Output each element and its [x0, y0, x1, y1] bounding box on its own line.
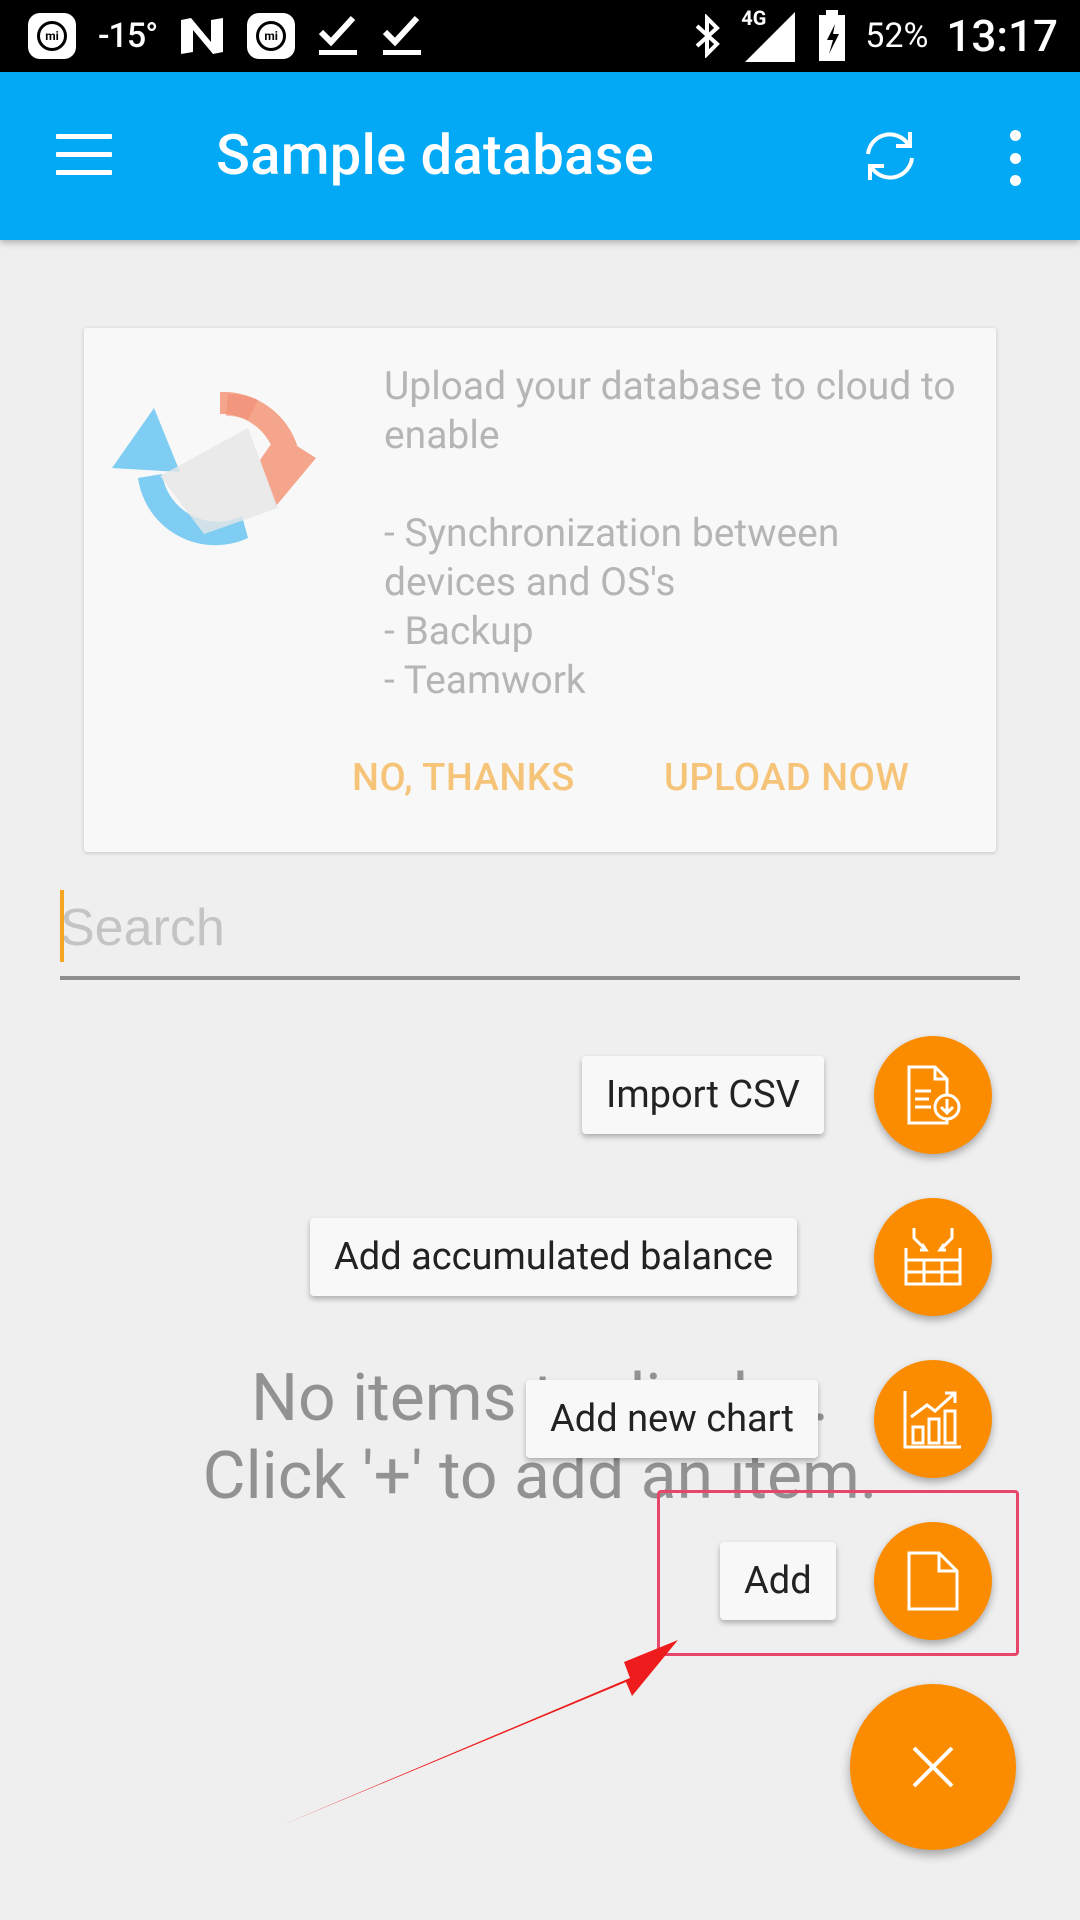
no-thanks-button[interactable]: NO, THANKS: [352, 756, 575, 800]
bluetooth-icon: [695, 14, 721, 58]
add-accumulated-balance-button[interactable]: [874, 1198, 992, 1316]
import-csv-button[interactable]: [874, 1036, 992, 1154]
hamburger-menu-icon[interactable]: [56, 134, 112, 175]
temperature-text: -15°: [98, 16, 158, 56]
network-type: 4G: [741, 6, 767, 30]
close-icon: [912, 1746, 954, 1788]
search-input[interactable]: [60, 884, 1020, 972]
cloud-bullet-teamwork: - Teamwork: [384, 657, 586, 703]
import-csv-label[interactable]: Import CSV: [582, 1056, 824, 1134]
sync-icon[interactable]: [858, 124, 922, 188]
status-left: mi -15° mi: [28, 13, 423, 59]
add-new-chart-label[interactable]: Add new chart: [526, 1380, 818, 1458]
battery-icon: [819, 10, 846, 61]
battery-percent: 52%: [865, 16, 929, 56]
add-new-chart-button[interactable]: [874, 1360, 992, 1478]
page-title: Sample database: [216, 122, 655, 188]
clock: 13:17: [946, 10, 1058, 62]
app-bar: Sample database: [0, 72, 1080, 240]
cloud-line1: Upload your database to cloud to enable: [384, 363, 956, 458]
search-field: [60, 884, 1020, 980]
cloud-sync-icon: [112, 391, 316, 546]
cloud-upload-card: Upload your database to cloud to enable …: [84, 328, 996, 852]
mi-icon: mi: [247, 13, 296, 59]
text-cursor: [60, 890, 64, 962]
check-icon: [383, 15, 422, 55]
cloud-bullet-sync: - Synchronization between devices and OS…: [384, 510, 840, 605]
upload-now-button[interactable]: UPLOAD NOW: [664, 756, 909, 800]
check-icon: [319, 15, 358, 55]
status-bar: mi -15° mi 4G 52% 13:17: [0, 0, 1080, 72]
cloud-bullet-backup: - Backup: [384, 608, 534, 654]
cloud-description: Upload your database to cloud to enable …: [384, 362, 974, 705]
more-vert-icon[interactable]: [1004, 130, 1026, 186]
close-fab-button[interactable]: [850, 1684, 1016, 1850]
n-icon: [181, 18, 224, 54]
annotation-arrow: [280, 1640, 678, 1826]
accumulated-balance-icon: [904, 1228, 962, 1286]
mi-icon: mi: [28, 13, 76, 59]
highlight-box: [657, 1490, 1019, 1656]
chart-icon: [903, 1391, 961, 1449]
signal-icon: 4G: [741, 6, 799, 64]
add-accumulated-balance-label[interactable]: Add accumulated balance: [310, 1218, 798, 1296]
import-csv-icon: [907, 1065, 961, 1125]
status-right: 4G 52% 13:17: [693, 0, 1058, 72]
